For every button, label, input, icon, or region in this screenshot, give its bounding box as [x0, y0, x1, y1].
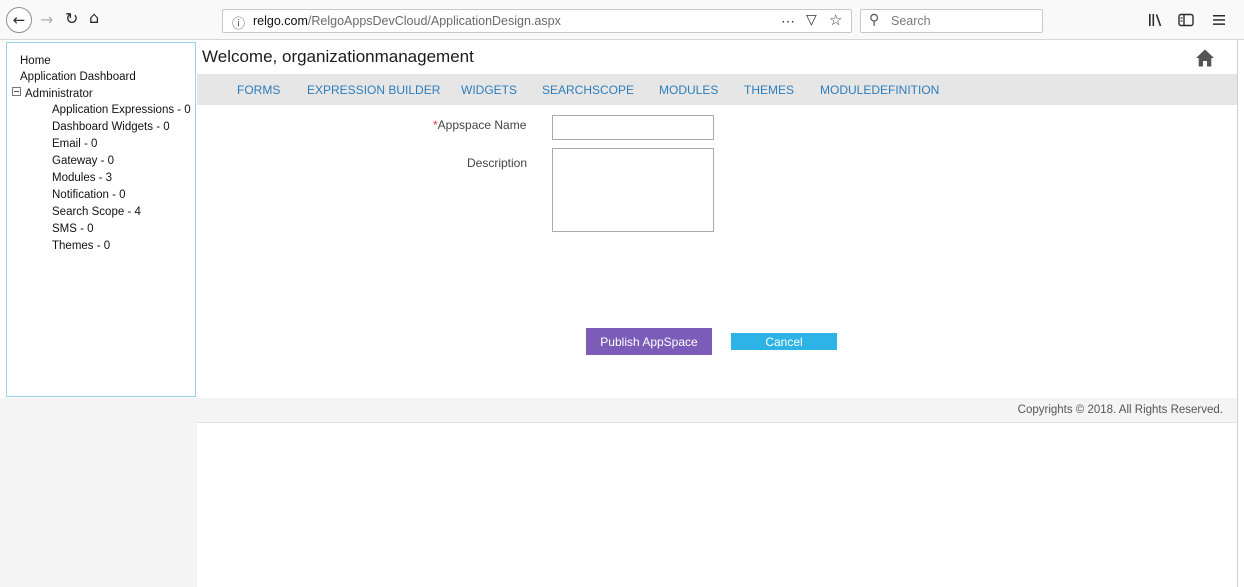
sidebar-item-search-scope[interactable]: Search Scope - 4	[52, 206, 141, 218]
url-path: /RelgoAppsDevCloud/ApplicationDesign.asp…	[307, 14, 561, 28]
sidebar-item-label: Administrator	[25, 88, 93, 100]
collapse-toggle-icon[interactable]	[12, 87, 21, 96]
url-domain: relgo.com	[253, 14, 308, 28]
menu-item-modules[interactable]: MODULES	[659, 83, 718, 97]
appspace-name-label-text: Appspace Name	[437, 118, 527, 132]
sidebar-item-email[interactable]: Email - 0	[52, 138, 97, 150]
pocket-icon[interactable]: ▽	[806, 12, 817, 28]
publish-appspace-button[interactable]: Publish AppSpace	[586, 328, 712, 355]
sidebar-icon[interactable]	[1178, 13, 1194, 27]
more-dots-icon[interactable]: ⋯	[781, 13, 796, 30]
cancel-button[interactable]: Cancel	[731, 333, 837, 350]
menu-item-themes[interactable]: THEMES	[744, 83, 794, 97]
library-icon[interactable]	[1148, 13, 1164, 27]
copyright-text: Copyrights © 2018. All Rights Reserved.	[1017, 404, 1223, 416]
reload-icon[interactable]: ↻	[65, 9, 78, 28]
sidebar-nav: Home Application Dashboard Administrator…	[6, 42, 196, 397]
sidebar-item-themes[interactable]: Themes - 0	[52, 240, 110, 252]
menu-item-widgets[interactable]: WIDGETS	[461, 83, 517, 97]
sidebar-item-dashboard-widgets[interactable]: Dashboard Widgets - 0	[52, 121, 170, 133]
star-icon[interactable]: ☆	[829, 11, 842, 29]
address-url[interactable]: relgo.com/RelgoAppsDevCloud/ApplicationD…	[253, 14, 561, 28]
sidebar-item-home[interactable]: Home	[20, 55, 51, 67]
description-textarea[interactable]	[552, 148, 714, 232]
home-icon[interactable]: ⌂	[89, 8, 99, 27]
page-divider	[1237, 40, 1238, 587]
sidebar-item-modules[interactable]: Modules - 3	[52, 172, 112, 184]
home-icon[interactable]	[1195, 48, 1215, 68]
sidebar-item-application-dashboard[interactable]: Application Dashboard	[20, 71, 136, 83]
sidebar-item-sms[interactable]: SMS - 0	[52, 223, 94, 235]
forward-arrow-icon[interactable]: →	[40, 10, 53, 29]
menu-item-forms[interactable]: FORMS	[237, 83, 280, 97]
menu-item-searchscope[interactable]: SEARCHSCOPE	[542, 83, 634, 97]
search-placeholder: Search	[891, 14, 931, 28]
sidebar-item-notification[interactable]: Notification - 0	[52, 189, 126, 201]
page-background	[0, 398, 197, 587]
footer: Copyrights © 2018. All Rights Reserved.	[197, 398, 1237, 423]
page-title: Welcome, organizationmanagement	[202, 47, 474, 66]
appspace-name-label: *Appspace Name	[433, 118, 526, 132]
top-menu-bar: FORMS EXPRESSION BUILDER WIDGETS SEARCHS…	[197, 74, 1237, 105]
browser-search-input[interactable]: ⚲ Search	[860, 9, 1043, 33]
address-bar[interactable]: ⓘ relgo.com/RelgoAppsDevCloud/Applicatio…	[222, 9, 852, 33]
description-label: Description	[467, 156, 528, 170]
menu-item-moduledefinition[interactable]: MODULEDEFINITION	[820, 83, 939, 97]
sidebar-item-application-expressions[interactable]: Application Expressions - 0	[52, 104, 191, 116]
appspace-name-input[interactable]	[552, 115, 714, 140]
sidebar-item-administrator[interactable]: Administrator	[12, 87, 93, 100]
search-icon: ⚲	[869, 12, 880, 28]
browser-toolbar: ← → ↻ ⌂ ⓘ relgo.com/RelgoAppsDevCloud/Ap…	[0, 0, 1244, 40]
info-icon[interactable]: ⓘ	[232, 13, 245, 32]
menu-item-expression-builder[interactable]: EXPRESSION BUILDER	[307, 83, 440, 97]
sidebar-item-gateway[interactable]: Gateway - 0	[52, 155, 114, 167]
hamburger-menu-icon[interactable]	[1212, 14, 1226, 26]
back-arrow-icon[interactable]: ←	[6, 7, 32, 33]
